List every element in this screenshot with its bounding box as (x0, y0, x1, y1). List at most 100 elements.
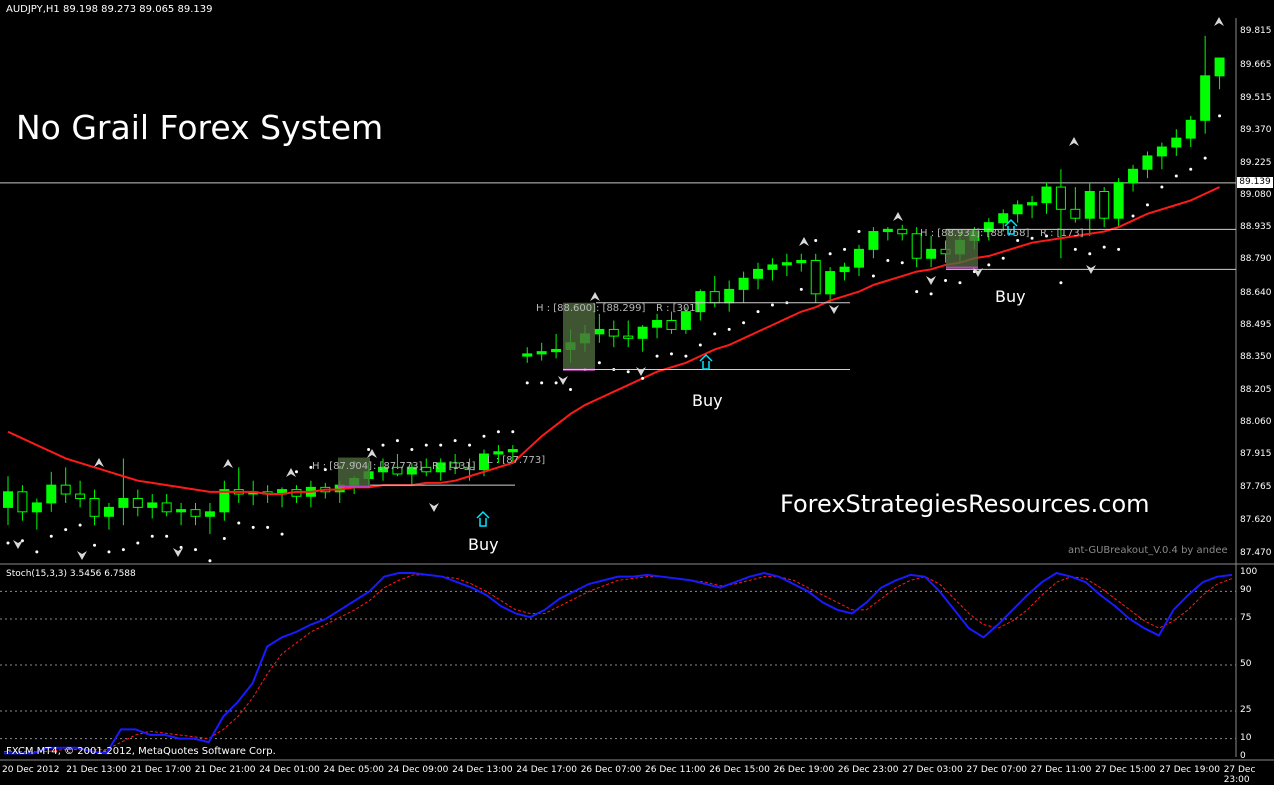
candle-body (1012, 204, 1023, 215)
x-tick-label: 26 Dec 15:00 (709, 765, 770, 775)
sar-dot (987, 263, 991, 267)
x-tick-label: 21 Dec 13:00 (66, 765, 127, 775)
y-tick-label: 88.205 (1240, 384, 1272, 395)
x-tick-label: 27 Dec 23:00 (1223, 765, 1256, 785)
watermark-text: ForexStrategiesResources.com (780, 490, 1150, 518)
candle-body (666, 320, 677, 330)
sar-dot (900, 261, 904, 265)
candle-body (998, 213, 1009, 224)
sar-dot (424, 443, 428, 447)
sar-dot (294, 470, 298, 474)
sar-dot (1203, 156, 1207, 160)
candle-body (161, 502, 172, 513)
candle-body (190, 509, 201, 517)
sar-dot (35, 550, 39, 554)
sar-dot (1189, 167, 1193, 171)
y-tick-label: 88.790 (1240, 254, 1272, 265)
sar-dot (251, 525, 255, 529)
sar-dot (1117, 247, 1121, 251)
sar-dot (569, 387, 573, 391)
candle-body (738, 277, 749, 290)
candle-body (421, 466, 432, 473)
candle-body (709, 291, 720, 304)
candle-body (75, 493, 86, 499)
sar-dot (64, 528, 68, 532)
sar-dot (136, 541, 140, 545)
sar-dot (1001, 256, 1005, 260)
sar-dot (684, 354, 688, 358)
x-tick-label: 27 Dec 07:00 (966, 765, 1028, 775)
buy-label: Buy (468, 535, 499, 554)
indicator-tag: ant-GUBreakout_V.0.4 by andee (1068, 545, 1228, 556)
candle-body (1200, 75, 1211, 121)
candle-body (796, 259, 807, 264)
x-tick-label: 26 Dec 07:00 (580, 765, 642, 775)
stochastic-tick-label: 50 (1240, 659, 1252, 669)
candle-body (594, 328, 605, 335)
y-tick-label: 89.370 (1240, 125, 1272, 136)
candle-body (60, 484, 71, 495)
sar-dot (871, 274, 875, 278)
y-tick-label: 87.915 (1240, 449, 1272, 460)
symbol-header: AUDJPY,H1 89.198 89.273 89.065 89.139 (6, 4, 213, 15)
sar-dot (886, 258, 890, 262)
sar-dot (857, 230, 861, 234)
buy-label: Buy (692, 391, 723, 410)
breakout-extra-label: L : [87.773] (487, 455, 546, 466)
sar-dot (511, 430, 515, 434)
sar-dot (165, 534, 169, 538)
x-tick-label: 26 Dec 19:00 (773, 765, 835, 775)
sar-dot (395, 439, 399, 443)
candle-body (1171, 137, 1182, 148)
candle-body (652, 320, 663, 328)
sar-dot (1102, 245, 1106, 249)
sar-dot (1088, 252, 1092, 256)
sar-dot (1160, 185, 1164, 189)
sar-dot (742, 321, 746, 325)
candle-body (536, 351, 547, 355)
breakout-range-label: R : [301] (656, 303, 700, 314)
sar-dot (814, 238, 818, 242)
sar-dot (179, 545, 183, 549)
x-tick-label: 21 Dec 17:00 (130, 765, 192, 775)
sar-dot (669, 352, 673, 356)
candle-body (926, 248, 937, 259)
sar-dot (496, 430, 500, 434)
sar-dot (1131, 214, 1135, 218)
candle-body (1113, 182, 1124, 219)
candle-body (623, 335, 634, 339)
x-tick-label: 27 Dec 03:00 (902, 765, 963, 775)
sar-dot (770, 303, 774, 307)
sar-dot (1145, 203, 1149, 207)
candle-body (1041, 186, 1052, 204)
candle-body (1070, 208, 1081, 219)
candle-body (3, 491, 13, 508)
sar-dot (843, 247, 847, 251)
current-price-badge: 89.139 (1237, 177, 1273, 188)
sar-dot (482, 434, 486, 438)
candle-body (680, 311, 691, 330)
breakout-range-label: R : [173] (1040, 228, 1084, 239)
sar-dot (1059, 281, 1063, 285)
x-tick-label: 24 Dec 13:00 (452, 765, 513, 775)
sar-dot (280, 532, 284, 536)
candle-body (767, 264, 778, 270)
candle-body (1027, 202, 1038, 206)
sar-dot (641, 376, 645, 380)
candle-body (1214, 57, 1225, 77)
stochastic-tick-label: 0 (1240, 751, 1246, 761)
sar-dot (49, 534, 53, 538)
y-tick-label: 89.515 (1240, 93, 1272, 104)
candle-body (724, 288, 735, 304)
breakout-range-label: R : [131] (432, 461, 476, 472)
sar-dot (958, 281, 962, 285)
candle-body (204, 511, 215, 517)
sar-dot (944, 278, 948, 282)
x-tick-label: 20 Dec 2012 (2, 765, 60, 775)
buy-label: Buy (995, 287, 1026, 306)
candle-body (781, 262, 792, 266)
breakout-high-label: H : [87.904] (312, 461, 373, 472)
stochastic-tick-label: 100 (1240, 567, 1258, 577)
x-tick-label: 26 Dec 23:00 (837, 765, 899, 775)
x-tick-label: 24 Dec 05:00 (323, 765, 385, 775)
